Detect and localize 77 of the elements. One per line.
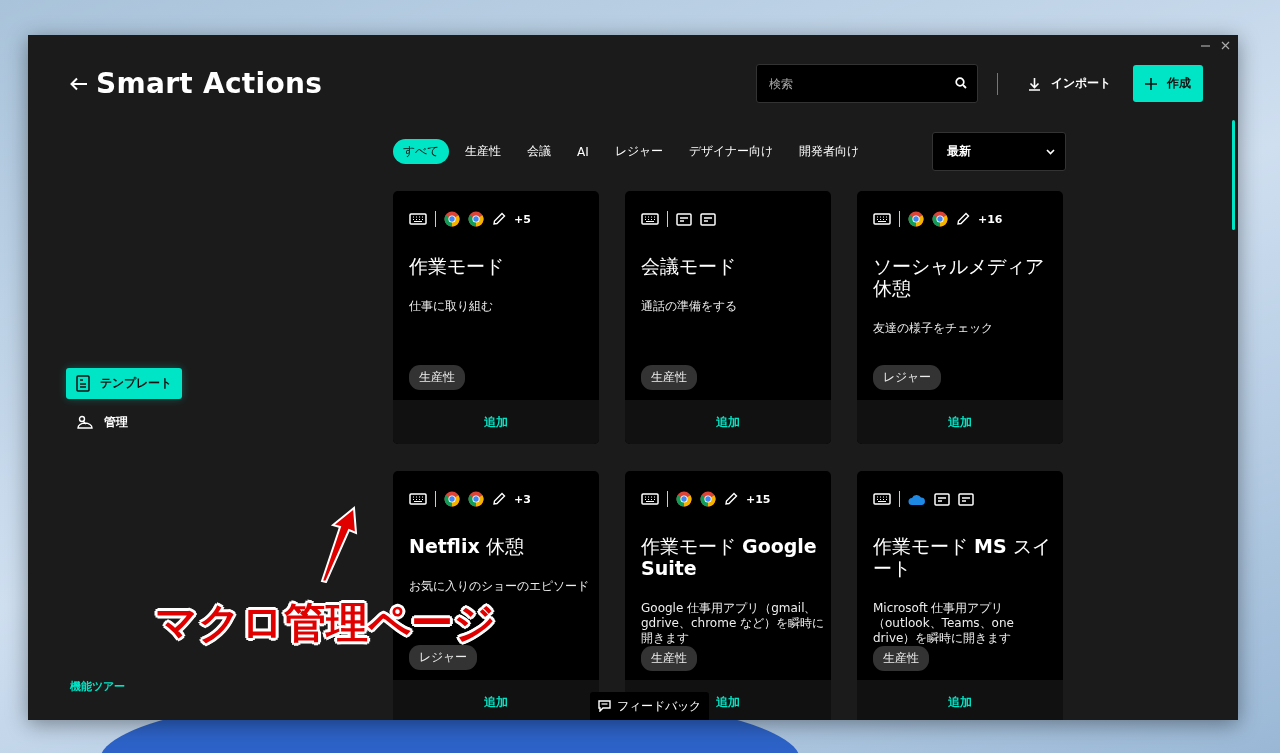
more-count: +3 [514, 492, 531, 506]
close-icon[interactable] [1221, 41, 1230, 50]
category-tag: レジャー [873, 365, 941, 390]
more-count: +16 [978, 212, 1003, 226]
sidebar-item[interactable]: 管理 [66, 407, 182, 438]
document-icon [76, 375, 90, 392]
card-description: お気に入りのショーのエピソード [409, 579, 590, 594]
pencil-icon [492, 492, 506, 506]
download-icon [1028, 76, 1041, 91]
add-button[interactable]: 追加 [484, 411, 508, 433]
filter-chip[interactable]: 会議 [517, 139, 561, 164]
pencil-icon [956, 212, 970, 226]
search-field[interactable]: 検索 [756, 64, 978, 103]
browser-icon [468, 211, 484, 227]
window-icon [700, 212, 716, 226]
card-title: Netflix 休憩 [409, 535, 525, 557]
back-arrow-icon[interactable] [70, 76, 88, 91]
feedback-button[interactable]: フィードバック [590, 692, 709, 720]
keyboard-icon [641, 213, 659, 225]
add-button[interactable]: 追加 [484, 691, 508, 713]
sidebar-item[interactable]: テンプレート [66, 368, 182, 399]
browser-icon [676, 491, 692, 507]
card-title: 会議モード [641, 255, 737, 277]
import-button[interactable]: インポート [1028, 75, 1111, 92]
window-icon [676, 212, 692, 226]
filter-chip[interactable]: AI [567, 139, 599, 164]
category-tag: 生産性 [641, 646, 697, 671]
browser-icon [444, 491, 460, 507]
window-icon [958, 492, 974, 506]
category-tag: レジャー [409, 645, 477, 670]
search-icon [955, 77, 967, 89]
create-button[interactable]: 作成 [1133, 65, 1203, 102]
keyboard-icon [409, 493, 427, 505]
keyboard-icon [873, 493, 891, 505]
card-description: Microsoft 仕事用アプリ（outlook、Teams、one drive）を瞬時に開きます [873, 601, 1015, 646]
filter-chip[interactable]: 生産性 [455, 139, 511, 164]
keyboard-icon [873, 213, 891, 225]
category-tag: 生産性 [641, 365, 697, 390]
card-title: ソーシャルメディア休憩 [873, 255, 1045, 299]
chevron-down-icon [1046, 148, 1055, 155]
card-title: 作業モード MS スイート [873, 535, 1052, 579]
add-button[interactable]: 追加 [948, 411, 972, 433]
add-button[interactable]: 追加 [948, 691, 972, 713]
keyboard-icon [641, 493, 659, 505]
browser-icon [468, 491, 484, 507]
sort-dropdown[interactable]: 最新 [932, 132, 1066, 171]
add-button[interactable]: 追加 [716, 691, 740, 713]
browser-icon [908, 211, 924, 227]
card-title: 作業モード [409, 255, 505, 277]
window-icon [934, 492, 950, 506]
browser-icon [444, 211, 460, 227]
category-tag: 生産性 [873, 646, 929, 671]
scrollbar[interactable] [1232, 120, 1235, 230]
feature-tour-link[interactable]: 機能ツアー [70, 679, 125, 694]
filter-chip[interactable]: デザイナー向け [678, 139, 783, 164]
chat-icon [598, 700, 611, 712]
browser-icon [932, 211, 948, 227]
add-button[interactable]: 追加 [716, 411, 740, 433]
browser-icon [700, 491, 716, 507]
card-description: Google 仕事用アプリ（gmail、gdrive、chrome など）を瞬時に開きます [641, 601, 826, 646]
cloud-icon [908, 493, 926, 505]
page-title: Smart Actions [96, 67, 323, 100]
category-tag: 生産性 [409, 365, 465, 390]
filter-chip[interactable]: レジャー [604, 139, 673, 164]
hanger-icon [76, 415, 94, 430]
plus-icon [1145, 77, 1157, 90]
more-count: +5 [514, 212, 531, 226]
pencil-icon [724, 492, 738, 506]
more-count: +15 [746, 492, 771, 506]
filter-chip[interactable]: 開発者向け [788, 139, 869, 164]
keyboard-icon [409, 213, 427, 225]
card-title: 作業モード Google Suite [641, 535, 818, 579]
card-description: 通話の準備をする [641, 299, 738, 314]
pencil-icon [492, 212, 506, 226]
filter-chip[interactable]: すべて [393, 139, 449, 164]
card-description: 友達の様子をチェック [873, 321, 994, 336]
card-description: 仕事に取り組む [409, 299, 494, 314]
